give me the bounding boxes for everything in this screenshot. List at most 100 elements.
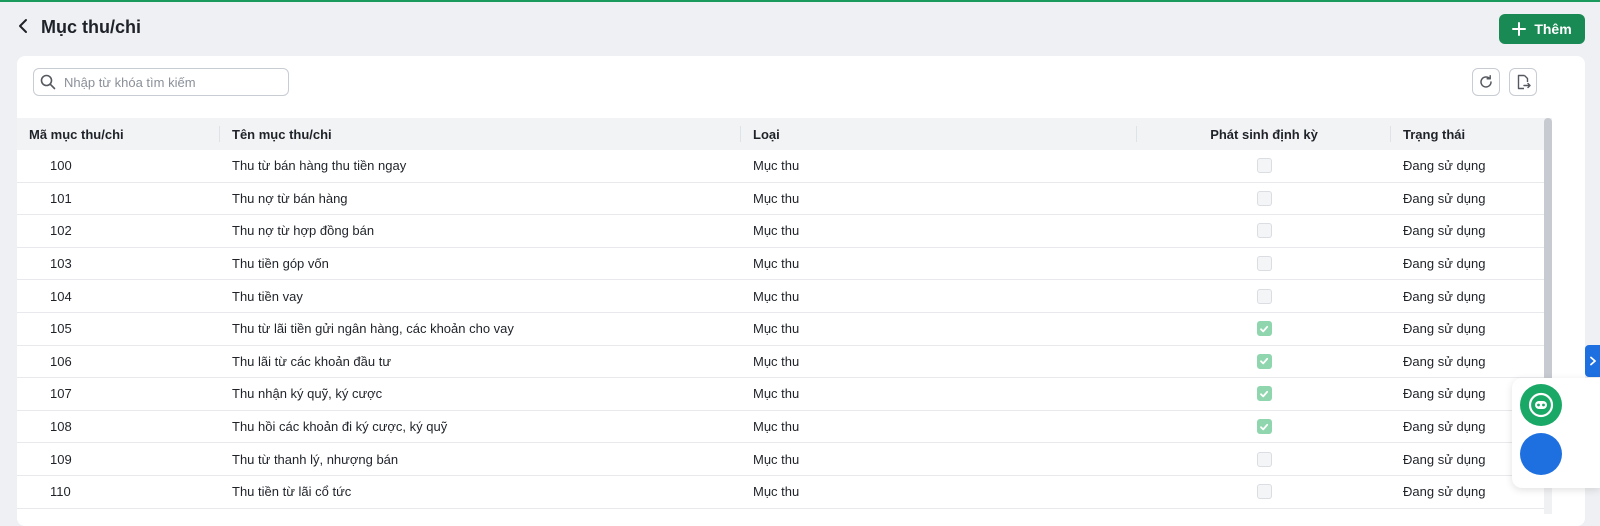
recurring-checkbox[interactable] bbox=[1256, 321, 1272, 337]
cell-name: Thu tiền từ lãi cổ tức bbox=[232, 484, 352, 500]
cell-type: Mục thu bbox=[753, 158, 800, 174]
table-row[interactable]: 105 Thu từ lãi tiền gửi ngân hàng, các kh… bbox=[17, 313, 1547, 346]
cell-code: 106 bbox=[50, 353, 72, 369]
cell-status: Đang sử dụng bbox=[1403, 321, 1486, 337]
cell-name: Thu từ lãi tiền gửi ngân hàng, các khoản… bbox=[232, 321, 514, 337]
cell-type: Mục thu bbox=[753, 190, 800, 206]
cell-name: Thu tiền vay bbox=[232, 288, 303, 304]
cell-code: 108 bbox=[50, 419, 72, 435]
cell-code: 100 bbox=[50, 158, 72, 174]
table-body: 100 Thu từ bán hàng thu tiền ngay Mục thu Đ… bbox=[17, 150, 1547, 509]
cell-recurring bbox=[1137, 223, 1391, 239]
cell-type: Mục thu bbox=[753, 223, 800, 239]
chat-bot-icon bbox=[1528, 392, 1554, 418]
recurring-checkbox[interactable] bbox=[1256, 419, 1272, 435]
cell-code: 103 bbox=[50, 256, 72, 272]
cell-name: Thu hồi các khoản đi ký cược, ký quỹ bbox=[232, 419, 448, 435]
plus-icon bbox=[1512, 22, 1527, 36]
cell-code: 110 bbox=[50, 484, 71, 500]
table-row[interactable]: 108 Thu hồi các khoản đi ký cược, ký quỹ M… bbox=[17, 411, 1547, 444]
recurring-checkbox[interactable] bbox=[1256, 256, 1272, 272]
add-button[interactable]: Thêm bbox=[1499, 14, 1585, 44]
cell-type: Mục thu bbox=[753, 419, 800, 435]
export-icon bbox=[1517, 74, 1531, 90]
cell-status: Đang sử dụng bbox=[1403, 190, 1486, 206]
back-button[interactable] bbox=[14, 15, 38, 39]
cell-recurring bbox=[1137, 451, 1391, 467]
export-button[interactable] bbox=[1509, 68, 1537, 96]
page-title: Mục thu/chi bbox=[41, 17, 141, 37]
page-header: Mục thu/chi Thêm bbox=[0, 2, 1600, 54]
table-row[interactable]: 110 Thu tiền từ lãi cổ tức Mục thu Đang sử … bbox=[17, 476, 1547, 509]
recurring-checkbox[interactable] bbox=[1256, 190, 1272, 206]
cell-recurring bbox=[1137, 386, 1391, 402]
table-row[interactable]: 107 Thu nhận ký quỹ, ký cược Mục thu Đang s… bbox=[17, 378, 1547, 411]
table-row[interactable]: 103 Thu tiền góp vốn Mục thu Đang sử dụng bbox=[17, 248, 1547, 281]
check-icon bbox=[1260, 358, 1269, 365]
search-icon bbox=[40, 74, 56, 90]
cell-name: Thu từ thanh lý, nhượng bán bbox=[232, 451, 399, 467]
cell-status: Đang sử dụng bbox=[1403, 223, 1486, 239]
cell-recurring bbox=[1137, 484, 1391, 500]
cell-code: 102 bbox=[50, 223, 72, 239]
support-button[interactable] bbox=[1520, 433, 1562, 475]
cell-code: 107 bbox=[50, 386, 72, 402]
side-panel-toggle[interactable] bbox=[1585, 345, 1600, 377]
cell-name: Thu tiền góp vốn bbox=[232, 256, 329, 272]
refresh-icon bbox=[1480, 75, 1492, 88]
recurring-checkbox[interactable] bbox=[1256, 484, 1272, 500]
cell-recurring bbox=[1137, 288, 1391, 304]
cell-type: Mục thu bbox=[753, 353, 800, 369]
refresh-button[interactable] bbox=[1472, 68, 1500, 96]
cell-type: Mục thu bbox=[753, 386, 800, 402]
cell-type: Mục thu bbox=[753, 256, 800, 272]
cell-code: 109 bbox=[50, 451, 72, 467]
cell-code: 101 bbox=[50, 190, 72, 206]
table-row[interactable]: 109 Thu từ thanh lý, nhượng bán Mục thu Đan… bbox=[17, 443, 1547, 476]
column-header-code[interactable]: Mã mục thu/chi bbox=[17, 118, 220, 150]
cell-recurring bbox=[1137, 321, 1391, 337]
column-header-status[interactable]: Trạng thái bbox=[1391, 118, 1547, 150]
cell-type: Mục thu bbox=[753, 321, 800, 337]
recurring-checkbox[interactable] bbox=[1256, 451, 1272, 467]
cell-status: Đang sử dụng bbox=[1403, 353, 1486, 369]
recurring-checkbox[interactable] bbox=[1256, 353, 1272, 369]
cell-type: Mục thu bbox=[753, 484, 800, 500]
table-row[interactable]: 100 Thu từ bán hàng thu tiền ngay Mục thu Đ… bbox=[17, 150, 1547, 183]
cell-name: Thu từ bán hàng thu tiền ngay bbox=[232, 158, 407, 174]
column-header-type[interactable]: Loại bbox=[741, 118, 1137, 150]
scrollbar-thumb[interactable] bbox=[1544, 118, 1552, 418]
cell-type: Mục thu bbox=[753, 451, 800, 467]
cell-status: Đang sử dụng bbox=[1403, 256, 1486, 272]
cell-recurring bbox=[1137, 419, 1391, 435]
search-box bbox=[33, 68, 289, 96]
content-card: Mã mục thu/chi Tên mục thu/chi Loại Phát… bbox=[17, 56, 1585, 526]
cell-recurring bbox=[1137, 256, 1391, 272]
column-header-recurring[interactable]: Phát sinh định kỳ bbox=[1137, 118, 1391, 150]
chevron-right-icon bbox=[1589, 356, 1596, 366]
table-row[interactable]: 101 Thu nợ từ bán hàng Mục thu Đang sử dụng bbox=[17, 183, 1547, 216]
cell-recurring bbox=[1137, 190, 1391, 206]
cell-name: Thu lãi từ các khoản đầu tư bbox=[232, 353, 392, 369]
chat-button[interactable] bbox=[1520, 384, 1562, 426]
cell-status: Đang sử dụng bbox=[1403, 158, 1486, 174]
add-button-label: Thêm bbox=[1534, 21, 1572, 37]
cell-recurring bbox=[1137, 353, 1391, 369]
recurring-checkbox[interactable] bbox=[1256, 288, 1272, 304]
cell-name: Thu nhận ký quỹ, ký cược bbox=[232, 386, 383, 402]
table-header: Mã mục thu/chi Tên mục thu/chi Loại Phát… bbox=[17, 118, 1547, 150]
cell-type: Mục thu bbox=[753, 288, 800, 304]
table-row[interactable]: 102 Thu nợ từ hợp đồng bán Mục thu Đang sử … bbox=[17, 215, 1547, 248]
search-input[interactable] bbox=[62, 73, 286, 91]
check-icon bbox=[1260, 423, 1269, 430]
cell-recurring bbox=[1137, 158, 1391, 174]
recurring-checkbox[interactable] bbox=[1256, 386, 1272, 402]
cell-name: Thu nợ từ bán hàng bbox=[232, 190, 348, 206]
recurring-checkbox[interactable] bbox=[1256, 158, 1272, 174]
cell-name: Thu nợ từ hợp đồng bán bbox=[232, 223, 375, 239]
table-row[interactable]: 106 Thu lãi từ các khoản đầu tư Mục thu Đan… bbox=[17, 346, 1547, 379]
cell-code: 105 bbox=[50, 321, 72, 337]
recurring-checkbox[interactable] bbox=[1256, 223, 1272, 239]
table-row[interactable]: 104 Thu tiền vay Mục thu Đang sử dụng bbox=[17, 280, 1547, 313]
column-header-name[interactable]: Tên mục thu/chi bbox=[220, 118, 741, 150]
